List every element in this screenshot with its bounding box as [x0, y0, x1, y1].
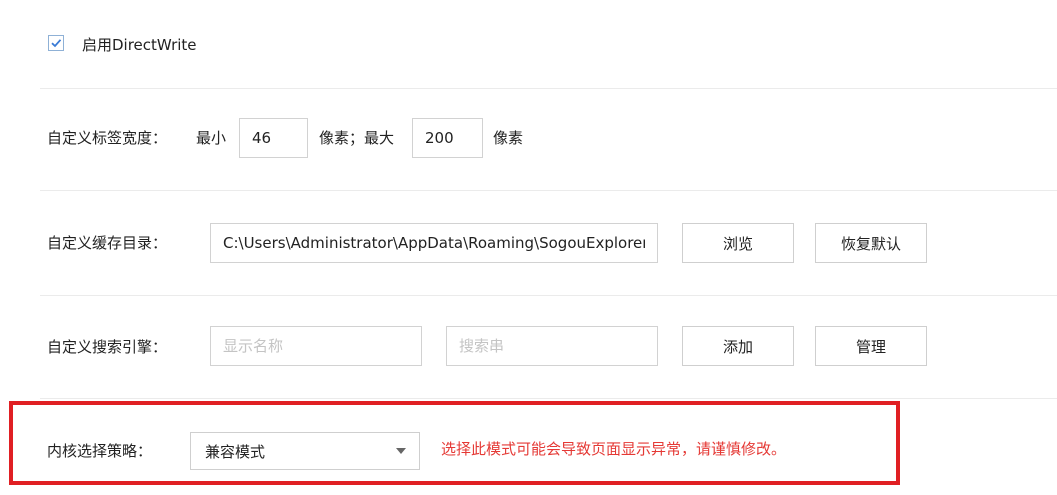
section-divider — [40, 190, 1057, 191]
directwrite-label: 启用DirectWrite — [82, 36, 197, 54]
section-divider — [40, 398, 1057, 399]
checkmark-icon — [51, 39, 62, 48]
cache-dir-input[interactable] — [210, 223, 658, 263]
kernel-strategy-label: 内核选择策略： — [47, 442, 153, 460]
tab-width-min-input[interactable] — [239, 118, 308, 158]
engine-query-input[interactable] — [446, 326, 658, 366]
add-engine-button[interactable]: 添加 — [682, 326, 794, 366]
kernel-strategy-select[interactable]: 兼容模式 — [190, 432, 420, 470]
tab-width-unit-label: 像素 — [493, 129, 524, 147]
section-divider — [40, 295, 1057, 296]
cache-dir-label: 自定义缓存目录： — [47, 234, 168, 252]
browse-button[interactable]: 浏览 — [682, 223, 794, 263]
engine-name-input[interactable] — [210, 326, 422, 366]
directwrite-checkbox[interactable] — [48, 35, 64, 51]
kernel-warning-text: 选择此模式可能会导致页面显示异常，请谨慎修改。 — [441, 440, 787, 458]
tab-width-max-label: 像素；最大 — [319, 129, 395, 147]
chevron-down-icon — [396, 448, 406, 454]
reset-default-button[interactable]: 恢复默认 — [815, 223, 927, 263]
search-engine-label: 自定义搜索引擎： — [47, 338, 168, 356]
section-divider — [40, 88, 1057, 89]
tab-width-min-label: 最小 — [196, 129, 227, 147]
tab-width-label: 自定义标签宽度： — [47, 129, 168, 147]
tab-width-max-input[interactable] — [412, 118, 483, 158]
kernel-strategy-value: 兼容模式 — [205, 443, 266, 461]
manage-engines-button[interactable]: 管理 — [815, 326, 927, 366]
